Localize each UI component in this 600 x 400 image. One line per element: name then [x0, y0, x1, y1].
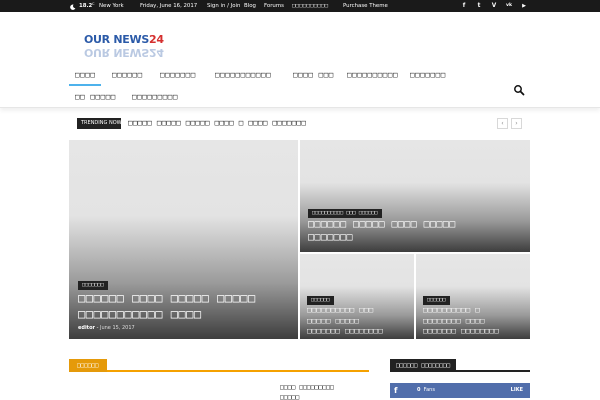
trending-now-label: TRENDING NOW — [77, 118, 121, 129]
blog-link[interactable]: Blog — [244, 0, 256, 12]
vimeo-icon[interactable]: V — [489, 0, 499, 12]
nav-item-home[interactable]: □□□□ — [69, 64, 102, 86]
topbar-link[interactable]: □□□□□□□□□□ — [292, 0, 328, 12]
search-icon[interactable] — [513, 81, 525, 96]
forums-link[interactable]: Forums — [264, 0, 284, 12]
section-title: □□□□□□ — [69, 359, 107, 372]
nav-item-9[interactable]: □□□□□□□□□ — [132, 86, 178, 108]
post-author[interactable]: editor — [78, 325, 95, 331]
temperature: 18.2 — [79, 3, 93, 9]
section-divider — [69, 370, 369, 372]
post-title[interactable]: □□□□□□ □□□□ □□□□□ □□□□□ □□□□□□□□□□□ □□□□ — [78, 290, 256, 322]
featured-post-main[interactable]: □□□□□□□ □□□□□□ □□□□ □□□□□ □□□□□ □□□□□□□□… — [69, 140, 298, 339]
nav-item-8[interactable]: □□ □□□□□ — [75, 86, 116, 108]
nav-item-4[interactable]: □□□□□□□□□□□ — [215, 64, 271, 86]
post-title[interactable]: □□□□□□□□□□ □□□ □□□□□ □□□□□ □□□□□□□ □□□□□… — [307, 305, 383, 337]
youtube-icon[interactable]: ▶ — [519, 0, 529, 12]
logo-reflection: OUR NEWS24 — [84, 46, 164, 59]
nav-item-5[interactable]: □□□□ □□□ — [293, 64, 334, 86]
moon-icon — [70, 3, 76, 10]
sign-in-link[interactable]: Sign in / Join — [207, 0, 240, 12]
sidebar-title: □□□□□□ □□□□□□□□ — [390, 359, 457, 372]
trending-headline[interactable]: □□□□□ □□□□□ □□□□□ □□□□ □ □□□□ □□□□□□□ — [128, 116, 306, 130]
sidebar-post-title[interactable]: □□□□ □□□□□□□□□ □□□□□ — [280, 382, 380, 400]
facebook-icon: f — [394, 386, 398, 395]
post-category-badge[interactable]: □□□□□□ — [423, 296, 450, 305]
twitter-icon[interactable]: t — [474, 0, 484, 12]
post-category-badge[interactable]: □□□□□□ — [307, 296, 334, 305]
post-category-badge[interactable]: □□□□□□□ — [78, 281, 108, 290]
facebook-like-button[interactable]: LIKE — [511, 383, 523, 398]
main-navigation: □□□□ □□□□□□ □□□□□□□ □□□□□□□□□□□ □□□□ □□□… — [0, 64, 600, 108]
site-logo[interactable]: OUR NEWS24 OUR NEWS24 — [84, 33, 204, 59]
featured-post-bottom-right[interactable]: □□□□□□ □□□□□□□□□□ □ □□□□□□□□ □□□□ □□□□□□… — [416, 254, 530, 339]
nav-item-3[interactable]: □□□□□□□ — [160, 64, 196, 86]
facebook-icon[interactable]: f — [459, 0, 469, 12]
featured-post-top-right[interactable]: □□□□□□□□□□ □□□ □□□□□□ □□□□□□ □□□□□ □□□□ … — [300, 140, 530, 252]
nav-item-2[interactable]: □□□□□□ — [112, 64, 143, 86]
logo-text: OUR NEWS24 — [84, 33, 164, 46]
vk-icon[interactable]: vk — [504, 0, 514, 12]
post-meta: editor - June 15, 2017 — [78, 325, 135, 331]
nav-item-6[interactable]: □□□□□□□□□□ — [347, 64, 398, 86]
trending-next-button[interactable]: › — [511, 118, 522, 129]
nav-item-7[interactable]: □□□□□□□ — [410, 64, 446, 86]
temperature-unit: C — [92, 2, 95, 6]
featured-post-bottom-left[interactable]: □□□□□□ □□□□□□□□□□ □□□ □□□□□ □□□□□ □□□□□□… — [300, 254, 414, 339]
post-category-badge[interactable]: □□□□□□□□□□ □□□ □□□□□□ — [308, 209, 382, 218]
top-bar: 18.2 C New York Friday, June 16, 2017 Si… — [0, 0, 600, 12]
purchase-theme-link[interactable]: Purchase Theme — [343, 0, 388, 12]
current-date: Friday, June 16, 2017 — [140, 3, 198, 9]
post-title[interactable]: □□□□□□ □□□□□ □□□□ □□□□□ □□□□□□□ — [308, 218, 456, 244]
post-date: June 15, 2017 — [99, 325, 135, 331]
trending-prev-button[interactable]: ‹ — [497, 118, 508, 129]
fans-count: 0 Fans — [417, 387, 435, 393]
post-title[interactable]: □□□□□□□□□□ □ □□□□□□□□ □□□□ □□□□□□□ □□□□□… — [423, 305, 499, 337]
weather-city: New York — [99, 3, 124, 9]
facebook-fans-widget: f 0 Fans LIKE — [390, 383, 530, 398]
